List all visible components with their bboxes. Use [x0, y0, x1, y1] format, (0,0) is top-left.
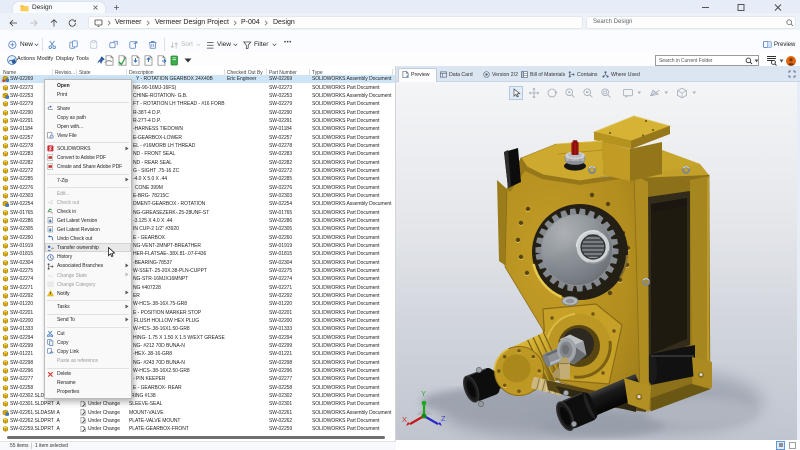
svg-text:Y: Y [421, 389, 426, 398]
svg-text:Z: Z [441, 414, 446, 423]
svg-text:X: X [402, 415, 407, 424]
